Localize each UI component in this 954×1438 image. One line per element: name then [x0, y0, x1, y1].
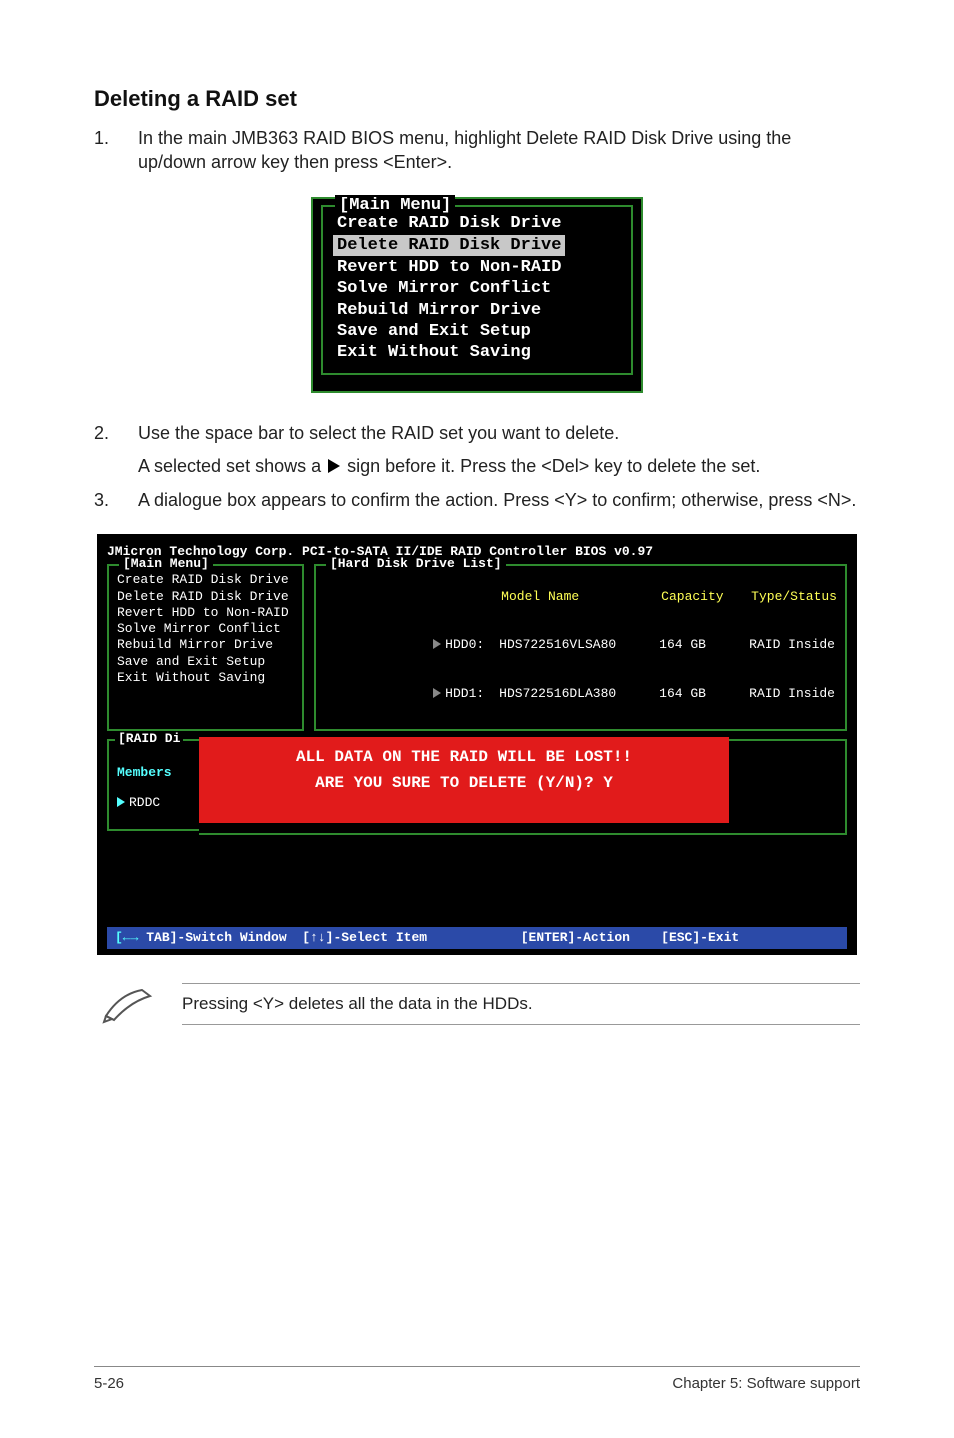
hdd-type: RAID Inside: [749, 686, 835, 701]
hdd-row: HDD0:HDS722516VLSA80164 GBRAID Inside: [324, 621, 837, 670]
rddc-row: RDDC: [117, 795, 195, 811]
footer-arrows: [↑↓]-Select Item: [302, 930, 427, 945]
step-2: 2. Use the space bar to select the RAID …: [94, 421, 860, 478]
panel-raid-disk: [RAID Di Members RDDC: [107, 739, 199, 831]
rddc-label: RDDC: [129, 795, 160, 810]
page-number: 5-26: [94, 1375, 124, 1392]
page-footer: 5-26 Chapter 5: Software support: [94, 1366, 860, 1392]
mm-item: Revert HDD to Non-RAID: [117, 605, 294, 621]
hdd-type: RAID Inside: [749, 637, 835, 652]
menu-item-revert: Revert HDD to Non-RAID: [333, 257, 621, 278]
footer-enter: [ENTER]-Action: [521, 930, 630, 945]
step-text: Use the space bar to select the RAID set…: [138, 421, 860, 478]
delete-confirm-dialog: ALL DATA ON THE RAID WILL BE LOST!! ARE …: [199, 737, 729, 823]
col-model: Model Name: [501, 589, 661, 605]
spacer: [107, 835, 847, 919]
bios-mid-row: [RAID Di Members RDDC ALL DATA ON THE RA…: [107, 739, 847, 835]
hdd-model: HDS722516DLA380: [499, 686, 659, 702]
footer-lead: [←→: [115, 930, 146, 945]
step2-sub-b: sign before it. Press the <Del> key to d…: [342, 456, 760, 476]
step-text: In the main JMB363 RAID BIOS menu, highl…: [138, 126, 860, 175]
triangle-icon: [117, 797, 125, 807]
menu-item-solve: Solve Mirror Conflict: [333, 278, 621, 299]
bios-main-menu-title: [Main Menu]: [335, 195, 455, 216]
hdd-table: Model NameCapacityType/Status HDD0:HDS72…: [324, 572, 837, 718]
steps-list-2: 2. Use the space bar to select the RAID …: [94, 421, 860, 512]
bios-full-screenshot: JMicron Technology Corp. PCI-to-SATA II/…: [94, 534, 860, 955]
col-type: Type/Status: [751, 589, 837, 605]
warn-line-1: ALL DATA ON THE RAID WILL BE LOST!!: [199, 747, 729, 767]
note-text-wrap: Pressing <Y> deletes all the data in the…: [182, 983, 860, 1025]
footer-esc: [ESC]-Exit: [661, 930, 739, 945]
bios-main-menu-screenshot: [Main Menu] Create RAID Disk Drive Delet…: [94, 197, 860, 394]
step-3: 3. A dialogue box appears to confirm the…: [94, 488, 860, 512]
mm-item: Solve Mirror Conflict: [117, 621, 294, 637]
menu-item-exit: Exit Without Saving: [333, 342, 621, 363]
step-1: 1. In the main JMB363 RAID BIOS menu, hi…: [94, 126, 860, 175]
mm-item: Create RAID Disk Drive: [117, 572, 294, 588]
col-capacity: Capacity: [661, 589, 751, 605]
step-number: 2.: [94, 421, 138, 478]
menu-item-rebuild: Rebuild Mirror Drive: [333, 300, 621, 321]
mm-item: Exit Without Saving: [117, 670, 294, 686]
panel-hdd-list: [Hard Disk Drive List] Model NameCapacit…: [314, 564, 847, 730]
warn-line-2: ARE YOU SURE TO DELETE (Y/N)? Y: [199, 773, 729, 793]
menu-item-save: Save and Exit Setup: [333, 321, 621, 342]
hdd-slot: HDD1:: [445, 686, 499, 702]
step2-sub-a: A selected set shows a: [138, 456, 326, 476]
step2-main: Use the space bar to select the RAID set…: [138, 423, 619, 443]
mm-item: Save and Exit Setup: [117, 654, 294, 670]
steps-list: 1. In the main JMB363 RAID BIOS menu, hi…: [94, 126, 860, 175]
footer-tab: TAB]-Switch Window: [146, 930, 286, 945]
row-marker-icon: [433, 688, 441, 698]
panel-main-menu-title: [Main Menu]: [119, 556, 213, 572]
bios-top-row: [Main Menu] Create RAID Disk Drive Delet…: [107, 564, 847, 730]
panel-hdd-title: [Hard Disk Drive List]: [326, 556, 506, 572]
row-marker-icon: [433, 639, 441, 649]
triangle-icon: [328, 459, 340, 473]
page: Deleting a RAID set 1. In the main JMB36…: [0, 0, 954, 1438]
step-number: 1.: [94, 126, 138, 175]
mm-item: Rebuild Mirror Drive: [117, 637, 294, 653]
hdd-cap: 164 GB: [659, 637, 749, 653]
step-number: 3.: [94, 488, 138, 512]
chapter-label: Chapter 5: Software support: [672, 1375, 860, 1392]
section-title: Deleting a RAID set: [94, 86, 860, 112]
note-row: Pressing <Y> deletes all the data in the…: [102, 983, 860, 1025]
step-text: A dialogue box appears to confirm the ac…: [138, 488, 860, 512]
bios-footer-bar: [←→ TAB]-Switch Window [↑↓]-Select Item …: [107, 927, 847, 949]
pencil-icon: [102, 984, 158, 1024]
hdd-header-row: Model NameCapacityType/Status: [324, 572, 837, 621]
hdd-slot: HDD0:: [445, 637, 499, 653]
members-label: Members: [117, 765, 195, 781]
bios-full-frame: JMicron Technology Corp. PCI-to-SATA II/…: [97, 534, 857, 955]
panel-main-menu: [Main Menu] Create RAID Disk Drive Delet…: [107, 564, 304, 730]
menu-item-delete-selected: Delete RAID Disk Drive: [333, 235, 565, 256]
bios-inner-frame: [Main Menu] Create RAID Disk Drive Delet…: [321, 205, 633, 376]
note-text: Pressing <Y> deletes all the data in the…: [182, 994, 533, 1013]
bios-outer-frame: [Main Menu] Create RAID Disk Drive Delet…: [311, 197, 643, 394]
hdd-cap: 164 GB: [659, 686, 749, 702]
mm-item: Delete RAID Disk Drive: [117, 589, 294, 605]
step2-sub: A selected set shows a sign before it. P…: [138, 454, 860, 478]
hdd-model: HDS722516VLSA80: [499, 637, 659, 653]
hdd-row: HDD1:HDS722516DLA380164 GBRAID Inside: [324, 670, 837, 719]
panel-raid-title: [RAID Di: [115, 731, 183, 747]
